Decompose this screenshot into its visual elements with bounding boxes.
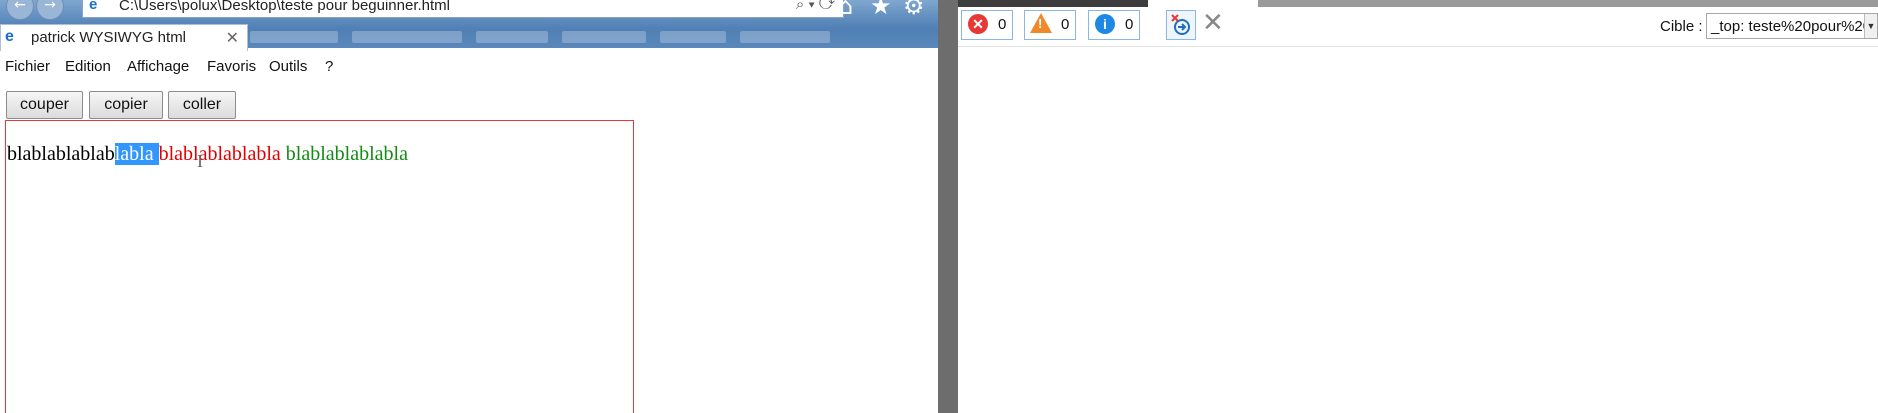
page-content: couper copier coller blablablablablabla … xyxy=(0,80,938,413)
target-label: Cible : xyxy=(1660,18,1703,35)
blurred-tabs-strip xyxy=(250,28,930,46)
clear-console-icon xyxy=(1171,14,1190,35)
devtools-toolbar: ✕ 0 ! 0 i 0 ✕ Cible : _top: teste%20pour… xyxy=(958,8,1878,47)
cut-button[interactable]: couper xyxy=(6,91,83,119)
chevron-down-icon: ▼ xyxy=(1864,14,1877,38)
tab-close-icon[interactable]: ✕ xyxy=(226,28,239,48)
editor-text-red: blablablablabla xyxy=(158,143,281,165)
address-text: C:\Users\polux\Desktop\teste pour beguin… xyxy=(119,0,451,14)
search-refresh-icons[interactable]: ⌕ ▾ ⟳ xyxy=(796,0,835,13)
target-select-value: _top: teste%20pour%20 xyxy=(1711,18,1872,35)
wysiwyg-editor[interactable]: blablablablablabla blablablablabla blabl… xyxy=(5,120,634,413)
editor-text-selected: labla xyxy=(114,143,159,165)
favorites-star-icon[interactable]: ★ xyxy=(870,0,892,20)
error-icon: ✕ xyxy=(968,14,988,34)
info-filter-button[interactable]: i 0 xyxy=(1088,10,1140,40)
warnings-count: 0 xyxy=(1061,16,1070,33)
menu-favoris[interactable]: Favoris xyxy=(207,58,256,75)
tab-title: patrick WYSIWYG html xyxy=(31,29,187,46)
back-button[interactable]: ← xyxy=(6,0,34,20)
info-count: 0 xyxy=(1125,16,1134,33)
errors-filter-button[interactable]: ✕ 0 xyxy=(961,10,1013,40)
menu-bar: Fichier Edition Affichage Favoris Outils… xyxy=(0,53,938,81)
devtools-top-dark-strip xyxy=(958,0,1148,7)
editor-text-green: blablablablabla xyxy=(280,143,408,165)
menu-outils[interactable]: Outils xyxy=(269,58,307,75)
ie-page-icon: e xyxy=(89,0,98,13)
menu-affichage[interactable]: Affichage xyxy=(127,58,189,75)
settings-gear-icon[interactable]: ⚙ xyxy=(903,0,925,20)
menu-edition[interactable]: Edition xyxy=(65,58,111,75)
target-select[interactable]: _top: teste%20pour%20 ▼ xyxy=(1706,13,1878,39)
address-bar[interactable]: e C:\Users\polux\Desktop\teste pour begu… xyxy=(82,0,844,18)
text-cursor-icon: I xyxy=(197,151,203,171)
clear-console-button[interactable] xyxy=(1166,10,1196,40)
copy-button[interactable]: copier xyxy=(89,91,163,119)
editor-text-line[interactable]: blablablablablabla blablablablabla blabl… xyxy=(7,143,408,166)
home-icon[interactable]: ⌂ xyxy=(838,0,853,20)
menu-fichier[interactable]: Fichier xyxy=(5,58,50,75)
ie-tab-icon: e xyxy=(5,28,14,45)
menu-help[interactable]: ? xyxy=(325,58,333,75)
warnings-filter-button[interactable]: ! 0 xyxy=(1024,10,1076,40)
close-icon[interactable]: ✕ xyxy=(1202,8,1224,38)
forward-button[interactable]: → xyxy=(36,0,64,20)
info-icon: i xyxy=(1095,14,1115,34)
window-splitter[interactable] xyxy=(938,0,958,413)
browser-window: ← → e C:\Users\polux\Desktop\teste pour … xyxy=(0,0,940,413)
devtools-console-panel: ✕ 0 ! 0 i 0 ✕ Cible : _top: teste%20pour… xyxy=(958,0,1878,413)
browser-tab[interactable]: e patrick WYSIWYG html ✕ xyxy=(0,24,248,51)
editor-text-black: blablablablab xyxy=(7,143,115,165)
browser-titlebar: ← → e C:\Users\polux\Desktop\teste pour … xyxy=(0,0,940,51)
devtools-top-strip xyxy=(1258,0,1878,7)
errors-count: 0 xyxy=(998,16,1007,33)
warning-mark: ! xyxy=(1038,16,1043,31)
paste-button[interactable]: coller xyxy=(168,91,236,119)
